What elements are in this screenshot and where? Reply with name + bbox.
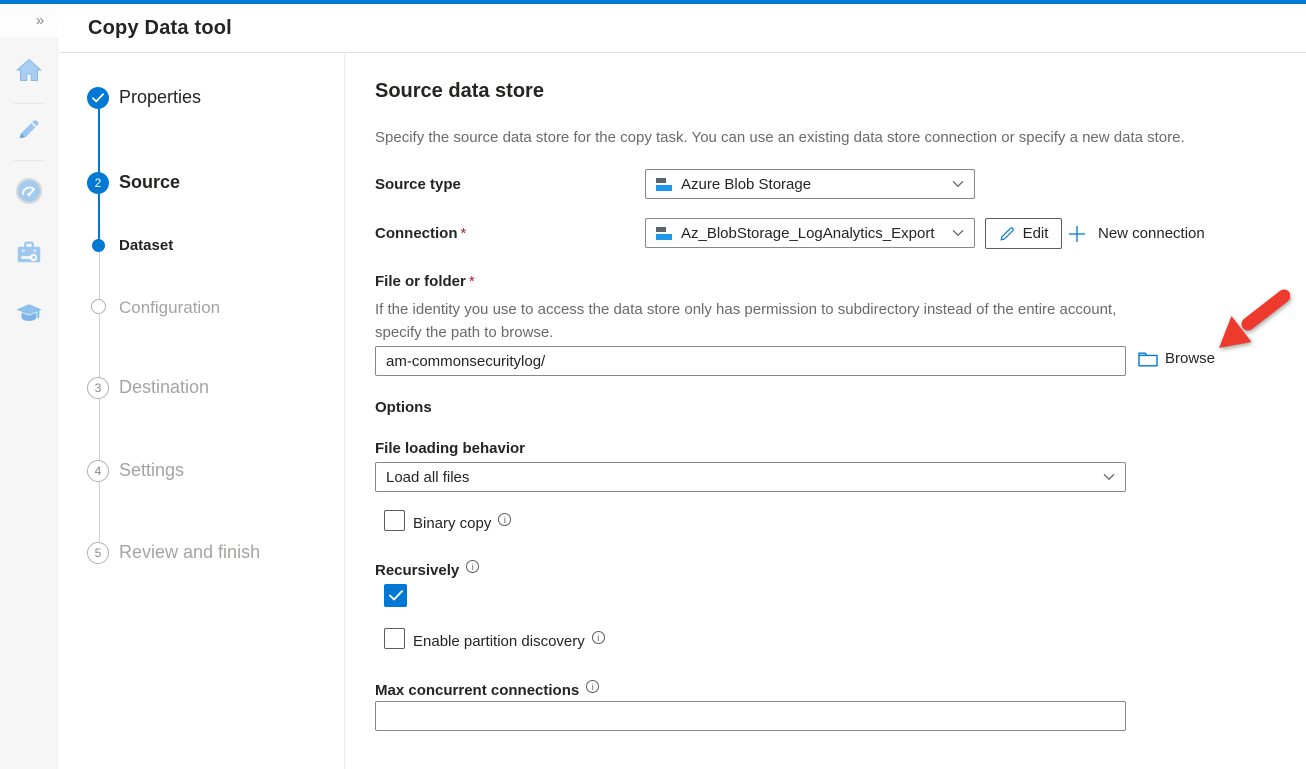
source-type-label: Source type [375, 176, 461, 193]
folder-icon [1138, 352, 1158, 366]
azure-blob-storage-icon [656, 226, 672, 240]
max-concurrent-input[interactable] [375, 701, 1126, 731]
recursively-label: Recursively [375, 560, 480, 579]
home-icon[interactable] [14, 55, 44, 85]
step-connector-upcoming [99, 245, 100, 553]
sidebar-top: » [0, 4, 58, 38]
connection-value: Az_BlobStorage_LogAnalytics_Export [681, 224, 935, 242]
info-icon[interactable] [466, 560, 480, 573]
required-marker: * [468, 273, 475, 290]
chevron-down-icon [952, 229, 964, 237]
edit-connection-button[interactable]: Edit [985, 218, 1062, 249]
file-loading-behavior-value: Load all files [386, 468, 470, 486]
app-sidebar: » [0, 4, 58, 769]
connection-label: Connection * [375, 225, 466, 242]
step-check-marker [87, 87, 109, 109]
step-label: Review and finish [119, 542, 261, 562]
step-label: Properties [119, 87, 202, 107]
source-type-value: Azure Blob Storage [681, 175, 812, 193]
recursively-label-text: Recursively [375, 562, 460, 579]
connection-dropdown[interactable]: Az_BlobStorage_LogAnalytics_Export [645, 218, 975, 248]
wizard-steps-panel: Properties 2 Source Dataset Configuratio… [59, 54, 345, 769]
new-connection-label: New connection [1098, 225, 1205, 242]
step-ring-marker [91, 299, 106, 314]
binary-copy-label-text: Binary copy [413, 515, 492, 532]
step-label: Configuration [119, 298, 221, 317]
step-label: Settings [119, 460, 185, 480]
options-heading: Options [375, 399, 432, 416]
collapse-sidebar-icon[interactable]: » [29, 10, 51, 32]
sidebar-divider [13, 160, 45, 161]
file-loading-behavior-dropdown[interactable]: Load all files [375, 462, 1126, 492]
edit-button-label: Edit [1022, 225, 1049, 242]
chevron-down-icon [1103, 473, 1115, 481]
step-number-marker: 5 [87, 542, 109, 564]
page-header: Copy Data tool [59, 4, 1306, 53]
page-title: Copy Data tool [88, 17, 232, 39]
partition-discovery-checkbox[interactable] [384, 628, 405, 649]
step-label: Source [119, 172, 181, 192]
required-marker: * [460, 225, 467, 242]
file-or-folder-help: If the identity you use to access the da… [375, 301, 1117, 341]
section-description: Specify the source data store for the co… [375, 129, 1185, 146]
source-data-store-form: Source data store Specify the source dat… [346, 54, 1306, 769]
binary-copy-label: Binary copy [413, 513, 512, 532]
section-heading: Source data store [375, 80, 544, 102]
sidebar-divider [13, 103, 45, 104]
info-icon[interactable] [498, 513, 512, 526]
azure-blob-storage-icon [656, 177, 672, 191]
file-loading-behavior-label: File loading behavior [375, 440, 526, 457]
info-icon[interactable] [591, 631, 605, 644]
annotation-arrow-icon [1219, 289, 1290, 348]
file-or-folder-label: File or folder * [375, 273, 475, 290]
learning-cap-icon[interactable] [14, 298, 44, 328]
step-label: Dataset [119, 237, 174, 254]
max-concurrent-label: Max concurrent connections [375, 680, 600, 699]
step-number-marker: 3 [87, 377, 109, 399]
step-number-marker: 4 [87, 460, 109, 482]
browse-button[interactable]: Browse [1138, 350, 1215, 367]
plus-icon [1069, 225, 1085, 242]
step-dot-marker [92, 239, 105, 252]
monitor-gauge-icon[interactable] [14, 176, 44, 206]
connection-label-text: Connection [375, 225, 458, 242]
source-type-dropdown[interactable]: Azure Blob Storage [645, 169, 975, 199]
new-connection-button[interactable]: New connection [1068, 218, 1205, 249]
step-number-marker: 2 [87, 172, 109, 194]
binary-copy-checkbox[interactable] [384, 510, 405, 531]
author-pencil-icon[interactable] [14, 114, 44, 144]
manage-toolbox-icon[interactable] [14, 237, 44, 267]
check-icon [388, 590, 403, 601]
step-label: Destination [119, 377, 210, 397]
file-or-folder-input[interactable] [375, 346, 1126, 376]
info-icon[interactable] [586, 680, 600, 693]
pencil-icon [999, 226, 1014, 241]
max-concurrent-label-text: Max concurrent connections [375, 682, 580, 699]
browse-label: Browse [1165, 350, 1216, 367]
file-or-folder-label-text: File or folder [375, 273, 466, 290]
chevron-down-icon [952, 180, 964, 188]
partition-discovery-label: Enable partition discovery [413, 631, 605, 650]
partition-discovery-label-text: Enable partition discovery [413, 633, 585, 650]
recursively-checkbox[interactable] [384, 584, 407, 607]
check-icon [92, 93, 104, 103]
